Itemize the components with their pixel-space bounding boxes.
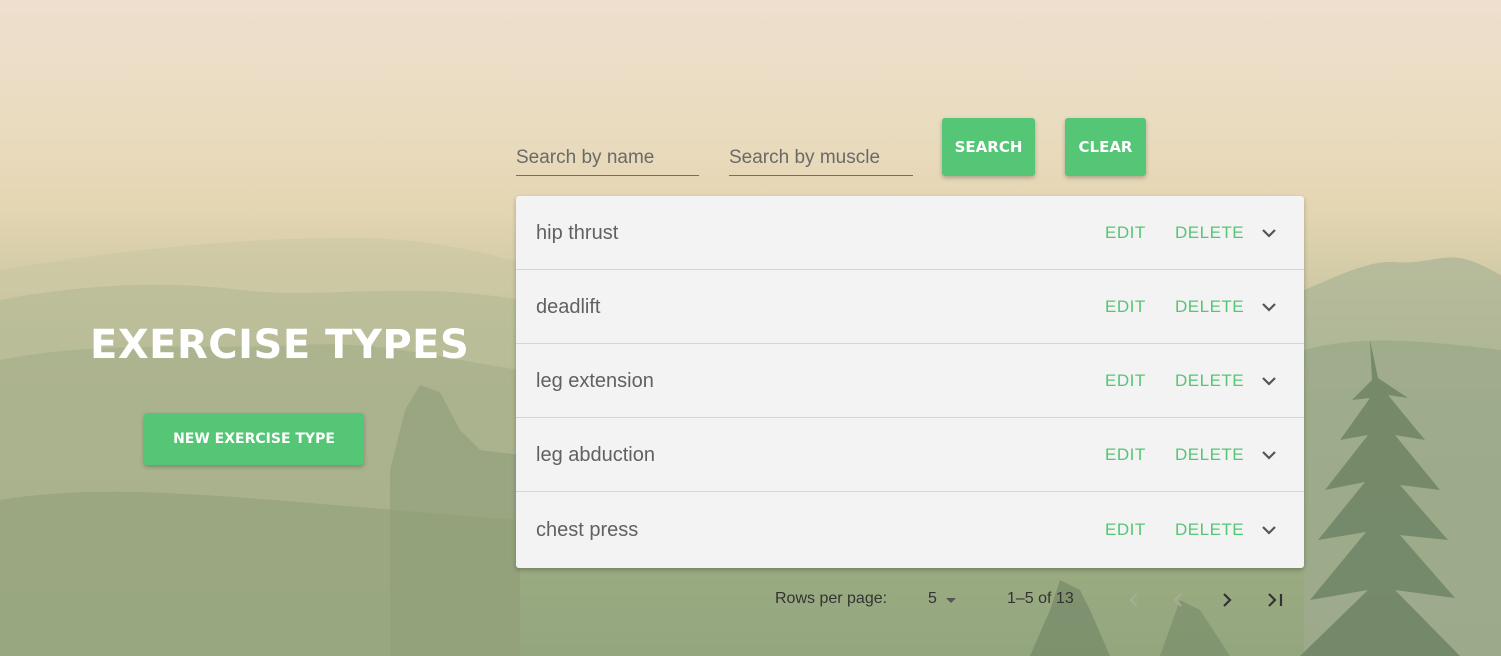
search-by-muscle-input[interactable] xyxy=(729,140,913,176)
rows-per-page-value: 5 xyxy=(928,590,937,607)
pagination-range: 1–5 of 13 xyxy=(1007,590,1074,607)
new-exercise-type-button[interactable]: NEW EXERCISE TYPE xyxy=(144,413,364,465)
exercise-name: leg abduction xyxy=(536,444,655,466)
previous-page-icon[interactable] xyxy=(1166,588,1190,612)
dropdown-arrow-icon xyxy=(946,598,956,603)
chevron-down-icon[interactable] xyxy=(1259,520,1279,540)
first-page-icon[interactable] xyxy=(1122,588,1146,612)
edit-button[interactable]: EDIT xyxy=(1105,196,1146,270)
search-by-name-input[interactable] xyxy=(516,140,699,176)
next-page-icon[interactable] xyxy=(1215,588,1239,612)
delete-button[interactable]: DELETE xyxy=(1175,270,1244,344)
edit-button[interactable]: EDIT xyxy=(1105,344,1146,418)
table-row: chest press EDIT DELETE xyxy=(516,493,1304,567)
delete-button[interactable]: DELETE xyxy=(1175,493,1244,567)
edit-button[interactable]: EDIT xyxy=(1105,493,1146,567)
table-row: deadlift EDIT DELETE xyxy=(516,270,1304,344)
search-button[interactable]: SEARCH xyxy=(942,118,1035,176)
last-page-icon[interactable] xyxy=(1263,588,1287,612)
delete-button[interactable]: DELETE xyxy=(1175,196,1244,270)
chevron-down-icon[interactable] xyxy=(1259,297,1279,317)
exercise-name: chest press xyxy=(536,519,639,541)
chevron-down-icon[interactable] xyxy=(1259,445,1279,465)
exercise-name: deadlift xyxy=(536,296,601,318)
rows-per-page-select[interactable]: 5 xyxy=(924,588,964,612)
exercise-name: hip thrust xyxy=(536,222,619,244)
edit-button[interactable]: EDIT xyxy=(1105,270,1146,344)
delete-button[interactable]: DELETE xyxy=(1175,418,1244,492)
chevron-down-icon[interactable] xyxy=(1259,223,1279,243)
rows-per-page-label: Rows per page: xyxy=(775,590,888,607)
table-row: leg abduction EDIT DELETE xyxy=(516,418,1304,492)
page-title: EXERCISE TYPES xyxy=(90,322,470,368)
clear-button[interactable]: CLEAR xyxy=(1065,118,1146,176)
chevron-down-icon[interactable] xyxy=(1259,371,1279,391)
table-row: hip thrust EDIT DELETE xyxy=(516,196,1304,270)
delete-button[interactable]: DELETE xyxy=(1175,344,1244,418)
edit-button[interactable]: EDIT xyxy=(1105,418,1146,492)
table-row: leg extension EDIT DELETE xyxy=(516,344,1304,418)
exercise-types-table: hip thrust EDIT DELETE deadlift EDIT DEL… xyxy=(516,196,1304,568)
exercise-name: leg extension xyxy=(536,370,654,392)
